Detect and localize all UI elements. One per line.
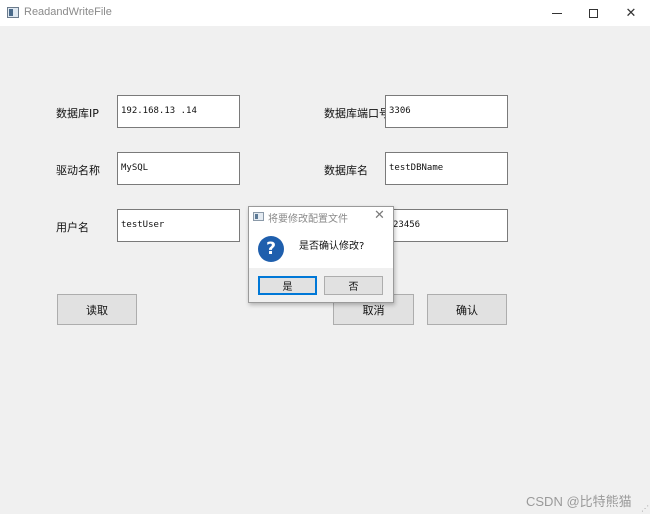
- resize-grip-icon[interactable]: ⋰: [641, 504, 649, 513]
- db-ip-input[interactable]: 192.168.13 .14: [117, 95, 240, 128]
- maximize-button[interactable]: [574, 0, 612, 26]
- driver-input[interactable]: MySQL: [117, 152, 240, 185]
- maximize-icon: [588, 8, 598, 18]
- driver-label: 驱动名称: [56, 164, 100, 177]
- dialog-close-icon[interactable]: ✕: [374, 208, 385, 223]
- watermark: CSDN @比特熊猫: [526, 494, 632, 509]
- question-icon: ?: [258, 236, 284, 262]
- db-port-input[interactable]: 3306: [385, 95, 508, 128]
- minimize-icon: [552, 12, 562, 14]
- user-label: 用户名: [56, 221, 89, 234]
- read-button[interactable]: 读取: [57, 294, 137, 325]
- user-input[interactable]: testUser: [117, 209, 240, 242]
- db-ip-label: 数据库IP: [56, 107, 99, 120]
- window-title: ReadandWriteFile: [24, 6, 112, 18]
- dialog-title: 将要修改配置文件: [268, 214, 348, 225]
- confirm-dialog: 将要修改配置文件 ✕ ? 是否确认修改? 是 否: [248, 206, 394, 303]
- dialog-message: 是否确认修改?: [299, 241, 365, 252]
- no-button[interactable]: 否: [324, 276, 383, 295]
- minimize-button[interactable]: [538, 0, 576, 26]
- password-input[interactable]: 23456: [385, 209, 508, 242]
- window-titlebar: ReadandWriteFile ✕: [0, 0, 650, 26]
- close-icon: ✕: [625, 5, 637, 21]
- confirm-button[interactable]: 确认: [427, 294, 507, 325]
- db-name-label: 数据库名: [324, 164, 368, 177]
- dialog-titlebar: 将要修改配置文件 ✕: [249, 207, 393, 226]
- dialog-footer: 是 否: [249, 268, 393, 302]
- yes-button[interactable]: 是: [258, 276, 317, 295]
- db-name-input[interactable]: testDBName: [385, 152, 508, 185]
- app-icon: [7, 7, 19, 18]
- db-port-label: 数据库端口号: [324, 107, 390, 120]
- dialog-app-icon: [253, 212, 264, 221]
- close-button[interactable]: ✕: [612, 0, 650, 26]
